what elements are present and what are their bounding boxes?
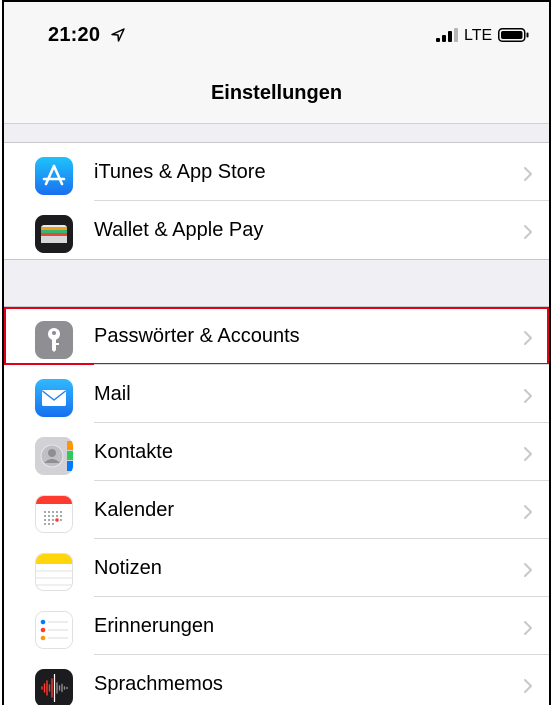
settings-row-wallet-apple-pay[interactable]: Wallet & Apple Pay: [4, 201, 549, 259]
settings-row-label: Erinnerungen: [94, 615, 215, 637]
signal-bars-icon: [436, 28, 458, 42]
settings-row-label: iTunes & App Store: [94, 161, 266, 183]
chevron-right-icon: [524, 563, 532, 577]
settings-row-notes[interactable]: Notizen: [4, 539, 549, 597]
settings-row-calendar[interactable]: Kalender: [4, 481, 549, 539]
chevron-right-icon: [524, 225, 532, 239]
calendar-icon: [35, 495, 73, 533]
voice-memos-icon: [35, 669, 73, 705]
location-arrow-icon: [111, 28, 125, 42]
settings-row-reminders[interactable]: Erinnerungen: [4, 597, 549, 655]
key-icon: [35, 321, 73, 359]
settings-row-label: Sprachmemos: [94, 673, 223, 695]
chevron-right-icon: [524, 167, 532, 181]
network-type: LTE: [464, 27, 493, 44]
settings-row-itunes-app-store[interactable]: iTunes & App Store: [4, 143, 549, 201]
status-time: 21:20: [48, 24, 101, 46]
chevron-right-icon: [524, 505, 532, 519]
settings-row-label: Kalender: [94, 499, 175, 521]
mail-icon: [35, 379, 73, 417]
settings-row-label: Passwörter & Accounts: [94, 325, 300, 347]
settings-row-label: Mail: [94, 383, 131, 405]
settings-row-label: Notizen: [94, 557, 162, 579]
battery-icon: [498, 28, 529, 42]
settings-screen: 21:20 LTE Einstellungen iTunes & App Sto…: [2, 0, 551, 705]
settings-row-contacts[interactable]: Kontakte: [4, 423, 549, 481]
settings-group-store: iTunes & App Store Wallet & Apple Pay: [4, 142, 549, 260]
page-title: Einstellungen: [210, 82, 343, 104]
navigation-bar: Einstellungen: [4, 70, 549, 124]
app-store-icon: [35, 157, 73, 195]
wallet-icon: [35, 215, 73, 253]
settings-row-label: Wallet & Apple Pay: [94, 219, 264, 241]
reminders-icon: [35, 611, 73, 649]
chevron-right-icon: [524, 389, 532, 403]
settings-row-passwords-accounts[interactable]: Passwörter & Accounts: [4, 307, 549, 365]
settings-row-mail[interactable]: Mail: [4, 365, 549, 423]
contacts-icon: [35, 437, 73, 475]
status-bar: 21:20 LTE: [4, 2, 549, 70]
chevron-right-icon: [524, 447, 532, 461]
settings-row-label: Kontakte: [94, 441, 173, 463]
chevron-right-icon: [524, 621, 532, 635]
chevron-right-icon: [524, 679, 532, 693]
settings-group-accounts: Passwörter & Accounts Mail Kontakte Kale…: [4, 306, 549, 705]
settings-row-voice-memos[interactable]: Sprachmemos: [4, 655, 549, 705]
chevron-right-icon: [524, 331, 532, 345]
notes-icon: [35, 553, 73, 591]
